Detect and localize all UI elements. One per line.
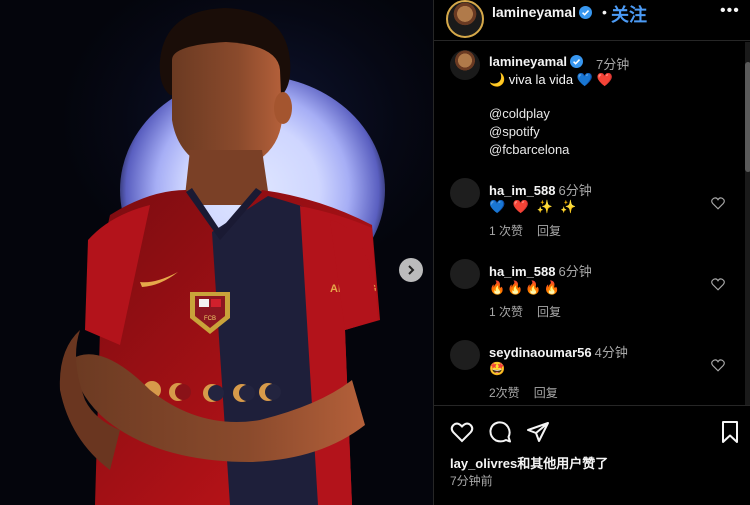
commenter-username[interactable]: seydinaoumar56 (489, 345, 592, 360)
comment-item: ha_im_588 6分钟 💙 ❤️ ✨ ✨ 1 次赞 回复 (434, 178, 750, 248)
player-figure: FCB AMBILIG (59, 8, 380, 505)
reply-button[interactable]: 回复 (534, 386, 558, 400)
comment-header: seydinaoumar56 4分钟 (489, 342, 628, 361)
comment-header: ha_im_588 6分钟 (489, 180, 592, 199)
bookmark-icon[interactable] (718, 420, 742, 444)
crest-label: FCB (204, 316, 216, 322)
action-bar: lay_olivres和其他用户赞了 7分钟前 (434, 405, 750, 505)
comment-text: 🤩 (489, 361, 508, 376)
chevron-right-icon (408, 265, 415, 275)
verified-icon (570, 55, 584, 68)
author-avatar[interactable] (446, 0, 484, 38)
caption-mentions: @coldplay @spotify @fcbarcelona (489, 105, 569, 159)
comment-likes[interactable]: 1 次赞 (489, 305, 523, 319)
like-icon[interactable] (450, 420, 474, 444)
caption-text: 🌙 viva la vida 💙 ❤️ (489, 72, 613, 87)
author-username-text[interactable]: lamineyamal (492, 4, 576, 20)
caption-username[interactable]: lamineyamal (489, 54, 584, 69)
next-image-button[interactable] (399, 258, 423, 282)
comment-meta: 1 次赞 回复 (489, 303, 575, 320)
comment-meta: 2次赞 回复 (489, 384, 572, 401)
comment-time: 4分钟 (594, 345, 628, 360)
caption-avatar[interactable] (450, 50, 480, 80)
verified-icon (579, 6, 593, 19)
post-header: lamineyamal • 关注 ••• (434, 0, 750, 41)
mention-link[interactable]: @fcbarcelona (489, 141, 569, 159)
comment-header: ha_im_588 6分钟 (489, 261, 592, 280)
heart-icon[interactable] (711, 197, 725, 210)
heart-icon[interactable] (711, 278, 725, 291)
separator-dot: • (602, 4, 607, 20)
comment-item: seydinaoumar56 4分钟 🤩 2次赞 回复 (434, 340, 750, 410)
comment-likes[interactable]: 2次赞 (489, 386, 520, 400)
comments-scrollbar[interactable] (745, 42, 750, 405)
commenter-avatar[interactable] (450, 259, 480, 289)
post-panel: lamineyamal • 关注 ••• lamineyamal 7分钟 🌙 v… (433, 0, 750, 505)
author-username[interactable]: lamineyamal (492, 4, 593, 20)
comment-meta: 1 次赞 回复 (489, 222, 575, 239)
comment-likes[interactable]: 1 次赞 (489, 224, 523, 238)
commenter-avatar[interactable] (450, 340, 480, 370)
scrollbar-thumb[interactable] (745, 62, 750, 172)
post-image[interactable]: FCB AMBILIG (0, 0, 433, 505)
commenter-avatar[interactable] (450, 178, 480, 208)
comment-icon[interactable] (488, 420, 512, 444)
follow-button[interactable]: 关注 (611, 1, 647, 27)
commenter-username[interactable]: ha_im_588 (489, 264, 556, 279)
more-options-icon[interactable]: ••• (720, 2, 740, 20)
heart-icon[interactable] (711, 359, 725, 372)
share-icon[interactable] (526, 420, 550, 444)
comment-text: 🔥🔥🔥🔥 (489, 280, 562, 295)
likes-summary[interactable]: lay_olivres和其他用户赞了 (450, 453, 608, 472)
comment-item: ha_im_588 6分钟 🔥🔥🔥🔥 1 次赞 回复 (434, 259, 750, 329)
reply-button[interactable]: 回复 (537, 224, 561, 238)
comment-time: 6分钟 (558, 264, 592, 279)
commenter-username[interactable]: ha_im_588 (489, 183, 556, 198)
caption-username-text[interactable]: lamineyamal (489, 54, 567, 69)
post-time-ago: 7分钟前 (450, 474, 493, 488)
comment-text: 💙 ❤️ ✨ ✨ (489, 199, 579, 214)
mention-link[interactable]: @spotify (489, 123, 569, 141)
reply-button[interactable]: 回复 (537, 305, 561, 319)
mention-link[interactable]: @coldplay (489, 105, 569, 123)
comment-time: 6分钟 (558, 183, 592, 198)
